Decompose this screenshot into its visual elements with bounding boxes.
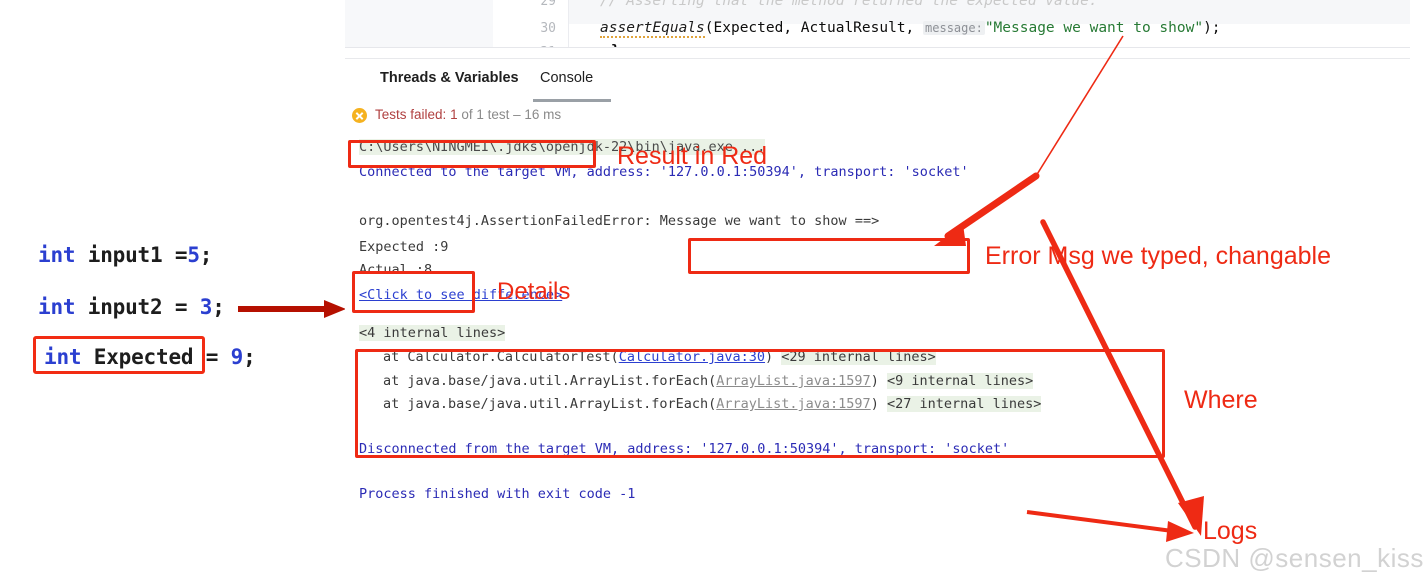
editor-comment-line: // Asserting that the method returned th…	[600, 0, 1098, 9]
test-status-row: Tests failed: 1 of 1 test – 16 ms	[345, 104, 1410, 130]
status-detail: of 1 test – 16 ms	[461, 107, 562, 122]
annotation-box-stack-trace	[355, 349, 1165, 458]
snippet-text: input1 =	[75, 243, 188, 267]
editor-blank-strip	[345, 48, 1410, 58]
assert-message-string: "Message we want to show"	[984, 20, 1204, 36]
console-line-expected: Expected :9	[359, 239, 449, 255]
console-line-process-finished: Process finished with exit code -1	[359, 486, 636, 502]
assert-open-paren: (	[704, 20, 714, 36]
annotation-label-error-msg: Error Msg we typed, changable	[985, 242, 1332, 270]
annotation-box-error-message	[688, 238, 970, 274]
parameter-hint: message:	[923, 21, 985, 35]
snippet-line-input1: int input1 =5;	[38, 243, 212, 267]
assertion-message: Message we want to show ==>	[659, 213, 880, 229]
debug-tool-window: Threads & Variables Console Tests failed…	[345, 58, 1410, 579]
test-status-text: Tests failed: 1 of 1 test – 16 ms	[375, 107, 561, 122]
snippet-number: 9	[230, 345, 244, 369]
snippet-semicolon: ;	[243, 345, 256, 369]
editor-gutter: 29 30 31	[493, 0, 569, 58]
snippet-number: 5	[187, 243, 200, 267]
snippet-line-input2: int input2 = 3;	[38, 295, 225, 319]
tab-console[interactable]: Console	[540, 70, 593, 86]
annotation-box-expected-actual	[352, 271, 475, 313]
annotation-box-test-status	[348, 140, 596, 168]
gutter-line-number: 30	[540, 21, 556, 36]
console-line-assertion-error: org.opentest4j.AssertionFailedError: Mes…	[359, 211, 879, 231]
editor-assert-line: assertEquals(Expected, ActualResult, mes…	[600, 20, 1221, 38]
snippet-semicolon: ;	[212, 295, 225, 319]
console-line-internal-lines-head: <4 internal lines>	[359, 323, 506, 343]
assertion-class: org.opentest4j.AssertionFailedError:	[359, 213, 652, 229]
annotation-label-details: Details	[497, 278, 571, 305]
annotation-label-logs: Logs	[1203, 517, 1258, 545]
arrow-snippet-to-console	[238, 300, 346, 318]
code-snippet-overlay: int input1 =5; int input2 = 3; int Expec…	[0, 0, 346, 579]
status-prefix: Tests failed:	[375, 107, 447, 122]
tab-threads-and-variables[interactable]: Threads & Variables	[380, 70, 519, 86]
editor-left-pane	[345, 0, 494, 48]
tab-console-active-indicator	[533, 99, 611, 102]
highlight-box-expected	[33, 336, 205, 374]
annotation-label-where: Where	[1184, 386, 1258, 414]
assert-close: );	[1203, 20, 1221, 36]
watermark: CSDN @sensen_kiss	[1165, 543, 1424, 573]
test-failed-icon	[352, 108, 367, 123]
screenshot-root: int input1 =5; int input2 = 3; int Expec…	[0, 0, 1425, 579]
status-count: 1	[450, 107, 458, 122]
editor-strip: 29 30 31 // Asserting that the method re…	[345, 0, 1410, 58]
snippet-keyword-int: int	[38, 295, 76, 319]
snippet-text: input2 =	[75, 295, 200, 319]
snippet-number: 3	[199, 295, 213, 319]
gutter-line-number: 29	[540, 0, 556, 9]
snippet-keyword-int: int	[38, 243, 76, 267]
annotation-label-result-in-red: Result in Red	[617, 142, 768, 170]
assert-method-name: assertEquals	[600, 20, 705, 38]
tab-bar: Threads & Variables Console	[345, 59, 1410, 104]
internal-lines-text: <4 internal lines>	[359, 325, 506, 341]
assert-arguments: Expected, ActualResult,	[713, 20, 915, 36]
snippet-semicolon: ;	[199, 243, 213, 267]
